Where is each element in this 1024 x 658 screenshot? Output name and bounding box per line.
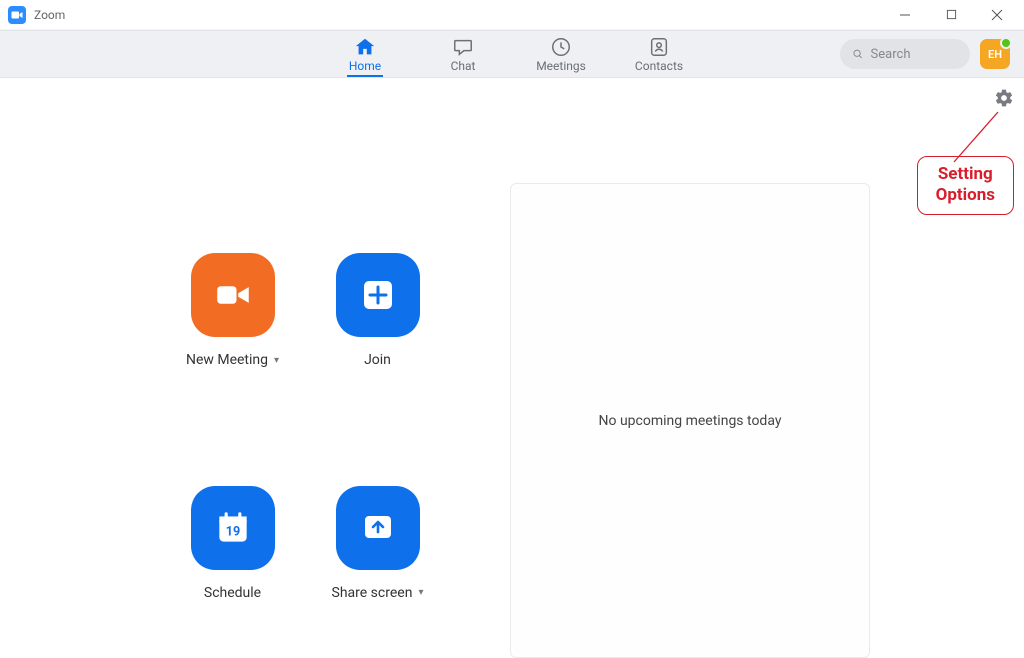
action-label: Share screen: [332, 585, 413, 601]
avatar[interactable]: EH: [980, 39, 1010, 69]
panel-header: [511, 184, 869, 304]
join-button[interactable]: Join: [305, 253, 450, 422]
new-meeting-button[interactable]: New Meeting ▾: [160, 253, 305, 422]
minimize-button[interactable]: [882, 0, 928, 30]
tab-label: Contacts: [635, 59, 683, 73]
search-box[interactable]: [840, 39, 970, 69]
chevron-down-icon[interactable]: ▾: [274, 355, 279, 366]
tab-chat[interactable]: Chat: [433, 31, 493, 77]
action-label: Schedule: [204, 585, 261, 601]
window-controls: [882, 0, 1020, 30]
maximize-button[interactable]: [928, 0, 974, 30]
action-grid: New Meeting ▾ Join 19 Schedule: [0, 78, 450, 654]
search-icon: [852, 47, 864, 61]
title-bar: Zoom: [0, 0, 1024, 30]
empty-state-text: No upcoming meetings today: [599, 413, 782, 429]
avatar-initials: EH: [988, 48, 1002, 61]
window-title: Zoom: [34, 8, 65, 22]
schedule-button[interactable]: 19 Schedule: [160, 486, 305, 655]
chat-icon: [452, 36, 474, 58]
tab-contacts[interactable]: Contacts: [629, 31, 689, 77]
content: Setting Options New Meeting ▾ Join: [0, 78, 1024, 654]
home-icon: [354, 36, 376, 58]
meetings-panel: No upcoming meetings today: [510, 183, 870, 658]
tab-label: Meetings: [536, 59, 586, 73]
annotation-text: Options: [936, 185, 995, 206]
calendar-icon: 19: [191, 486, 275, 570]
search-input[interactable]: [871, 47, 958, 62]
annotation-text: Setting: [936, 164, 995, 185]
video-icon: [191, 253, 275, 337]
tabs: Home Chat Meetings Contacts: [335, 31, 689, 77]
tab-label: Home: [349, 59, 381, 73]
action-label: New Meeting: [186, 352, 268, 368]
plus-icon: [336, 253, 420, 337]
clock-icon: [550, 36, 572, 58]
share-screen-button[interactable]: Share screen ▾: [305, 486, 450, 655]
share-icon: [336, 486, 420, 570]
app-icon: [8, 6, 26, 24]
tab-home[interactable]: Home: [335, 31, 395, 77]
contacts-icon: [648, 36, 670, 58]
annotation-callout: Setting Options: [917, 156, 1014, 215]
action-label: Join: [364, 352, 391, 368]
settings-area: Setting Options: [994, 88, 1014, 108]
gear-icon[interactable]: [994, 88, 1014, 108]
toolbar: Home Chat Meetings Contacts EH: [0, 30, 1024, 78]
svg-text:19: 19: [225, 524, 239, 539]
tab-meetings[interactable]: Meetings: [531, 31, 591, 77]
chevron-down-icon[interactable]: ▾: [418, 587, 423, 598]
close-button[interactable]: [974, 0, 1020, 30]
tab-label: Chat: [451, 59, 476, 73]
